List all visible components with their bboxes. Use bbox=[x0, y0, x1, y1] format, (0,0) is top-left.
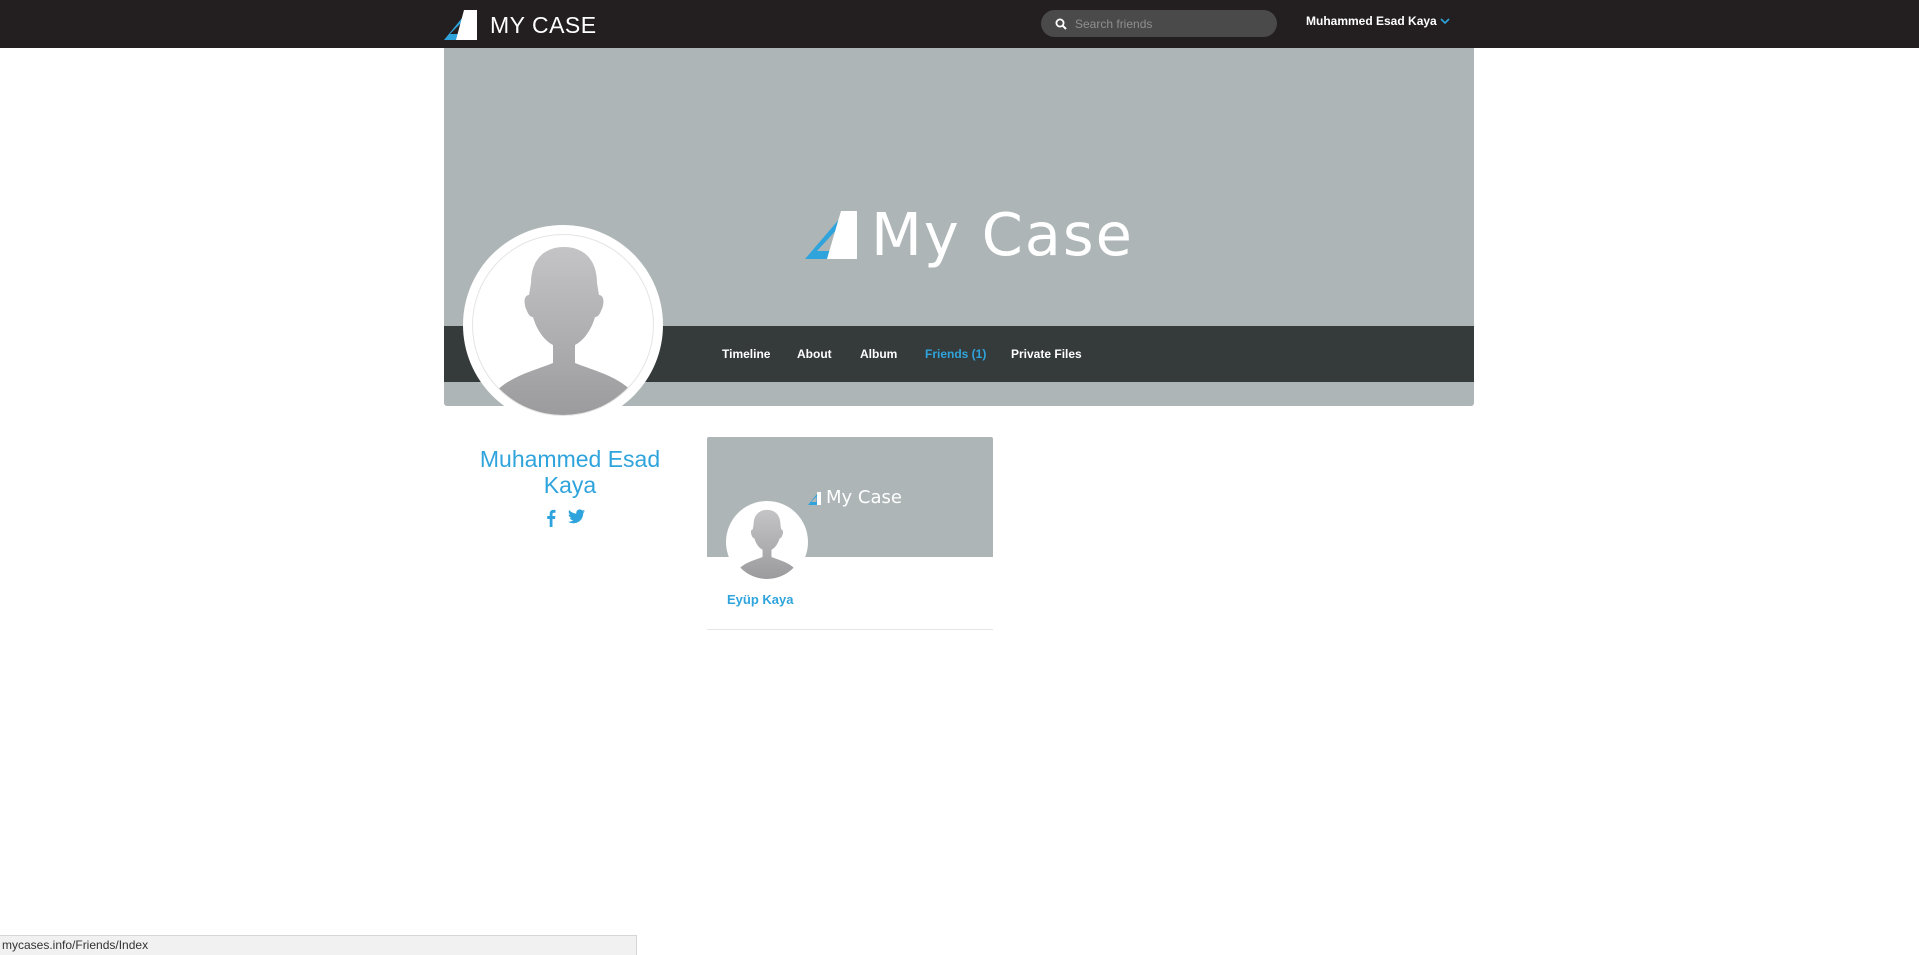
tab-timeline[interactable]: Timeline bbox=[722, 326, 770, 382]
facebook-icon[interactable] bbox=[546, 509, 556, 532]
user-name: Muhammed Esad Kaya bbox=[1306, 14, 1437, 28]
friend-cover-brand: My Case bbox=[808, 487, 902, 508]
friend-card[interactable]: My Case Eyüp Kaya bbox=[707, 437, 993, 630]
brand-text: MY CASE bbox=[490, 11, 597, 38]
twitter-icon[interactable] bbox=[568, 509, 585, 532]
profile-name: Muhammed Esad Kaya bbox=[479, 446, 661, 498]
friend-cover-text: My Case bbox=[826, 487, 902, 508]
friend-name-link[interactable]: Eyüp Kaya bbox=[727, 592, 793, 607]
cover-brand-text: My Case bbox=[871, 200, 1134, 269]
mycase-logo-icon bbox=[805, 210, 857, 259]
tab-private-files[interactable]: Private Files bbox=[1011, 326, 1082, 382]
tab-friends[interactable]: Friends (1) bbox=[925, 326, 986, 382]
social-links bbox=[546, 509, 585, 532]
top-navbar: MY CASE Muhammed Esad Kaya bbox=[0, 0, 1919, 48]
search-icon bbox=[1055, 18, 1067, 30]
brand-link[interactable]: MY CASE bbox=[444, 10, 597, 40]
tab-about[interactable]: About bbox=[797, 326, 832, 382]
browser-status-bar: mycases.info/Friends/Index bbox=[0, 935, 637, 955]
cover-brand: My Case bbox=[805, 200, 1134, 269]
default-avatar-silhouette bbox=[493, 247, 635, 415]
search-box bbox=[1041, 10, 1277, 37]
tab-album[interactable]: Album bbox=[860, 326, 897, 382]
mycase-logo-icon bbox=[444, 10, 477, 40]
search-input[interactable] bbox=[1073, 15, 1267, 32]
profile-avatar[interactable] bbox=[463, 225, 663, 425]
user-menu[interactable]: Muhammed Esad Kaya bbox=[1306, 14, 1450, 28]
friend-avatar[interactable] bbox=[726, 501, 808, 583]
mycase-logo-icon bbox=[808, 491, 821, 505]
default-avatar-silhouette bbox=[738, 509, 796, 579]
chevron-down-icon bbox=[1440, 17, 1450, 24]
